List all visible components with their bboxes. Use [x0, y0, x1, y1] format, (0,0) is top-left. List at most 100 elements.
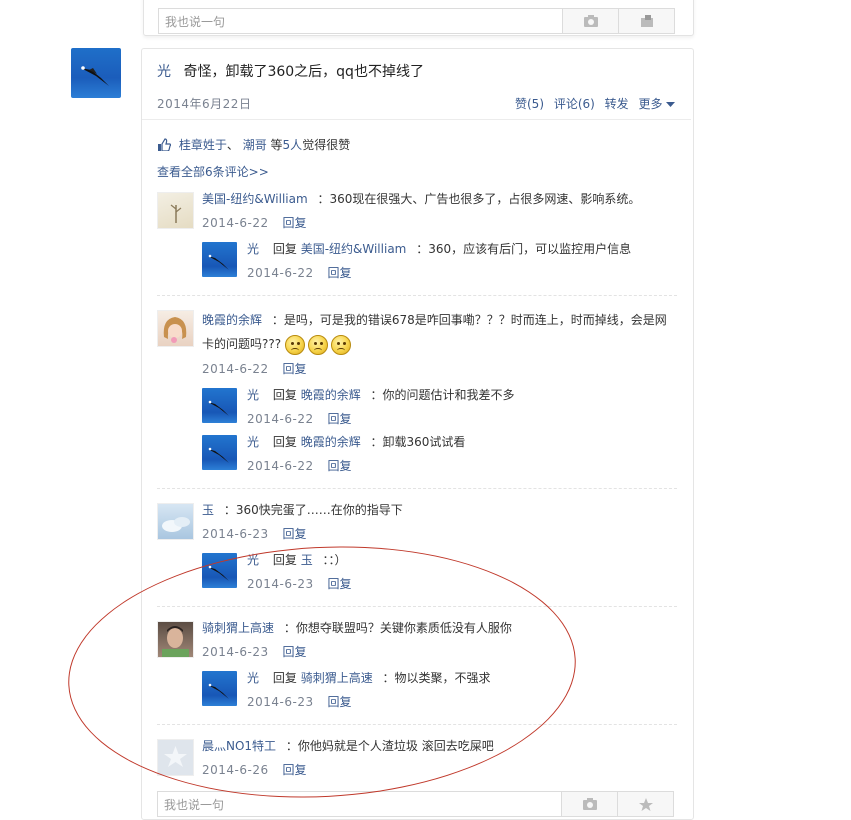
- comment-2: 晚霞的余辉 ：是吗，可是我的错误678是咋回事嘞？？？时而连上，时而掉线，会是网…: [202, 308, 682, 356]
- commenter-avatar[interactable]: [157, 310, 194, 347]
- reply-word: 回复: [272, 242, 297, 256]
- like-user-1[interactable]: 桂章姓于: [179, 138, 227, 152]
- star-icon: [638, 798, 653, 811]
- reply-avatar[interactable]: [202, 553, 237, 588]
- reply-button[interactable]: 回复: [327, 577, 351, 591]
- more-button[interactable]: 更多: [639, 97, 676, 111]
- prev-forward-button[interactable]: [619, 8, 675, 34]
- comment-user[interactable]: 美国-纽约&William: [202, 192, 308, 206]
- reply-button[interactable]: 回复: [282, 763, 306, 777]
- reply-user[interactable]: 光: [247, 242, 259, 256]
- like-button[interactable]: 赞(5): [515, 97, 544, 111]
- default-avatar-star-icon: [164, 746, 187, 767]
- comment-date: 2014-6-23: [202, 527, 269, 541]
- prev-image-button[interactable]: [563, 8, 619, 34]
- reply-date: 2014-6-22: [247, 266, 314, 280]
- camera-icon: [583, 15, 598, 27]
- post-author[interactable]: 光: [157, 64, 171, 80]
- reply-word: 回复: [272, 553, 297, 567]
- comment-text: ：360快完蛋了……在你的指导下: [223, 503, 403, 517]
- reply-button[interactable]: 回复: [282, 216, 306, 230]
- comment-5: 晨灬NO1特工 ：你他妈就是个人渣垃圾 滚回去吃屎吧: [202, 737, 494, 754]
- comment-text-line2: 卡的问题吗???: [202, 337, 282, 351]
- chevron-down-icon: [666, 102, 676, 107]
- plant-icon: [170, 204, 182, 223]
- reply-target[interactable]: 晚霞的余辉: [301, 435, 361, 449]
- comment-2-meta: 2014-6-22 回复: [202, 360, 306, 377]
- reply-4-1: 光 回复 骑刺猬上高速 ：物以类聚，不强求: [247, 669, 491, 686]
- eagle-icon: [208, 254, 229, 270]
- comment-4-meta: 2014-6-23 回复: [202, 643, 306, 660]
- prev-comment-input[interactable]: 我也说一句: [158, 8, 563, 34]
- comment-user[interactable]: 晚霞的余辉: [202, 313, 262, 327]
- like-count[interactable]: 5人: [283, 138, 303, 152]
- comment-4: 骑刺猬上高速 ：你想夺联盟吗？关键你素质低没有人服你: [202, 619, 512, 636]
- comment-divider: [157, 724, 677, 725]
- comment-user[interactable]: 玉: [202, 503, 214, 517]
- girl-face-icon: [163, 317, 187, 343]
- more-label: 更多: [638, 97, 663, 111]
- reply-user[interactable]: 光: [247, 671, 259, 685]
- camera-icon: [582, 798, 597, 810]
- reply-button[interactable]: 回复: [327, 266, 351, 280]
- reply-user[interactable]: 光: [247, 435, 259, 449]
- comment-input-placeholder: 我也说一句: [164, 798, 225, 812]
- commenter-avatar[interactable]: [157, 503, 194, 540]
- reply-target[interactable]: 玉: [301, 553, 313, 567]
- comment-user[interactable]: 晨灬NO1特工: [202, 739, 276, 753]
- reply-3-1: 光 回复 玉 ：：）: [247, 551, 347, 568]
- emoji-button[interactable]: [618, 791, 674, 817]
- reply-button[interactable]: 回复: [282, 362, 306, 376]
- comment-1: 美国-纽约&William ：360现在很强大、广告也很多了，占很多网速、影响系…: [202, 190, 640, 207]
- image-button[interactable]: [562, 791, 618, 817]
- eagle-icon: [208, 447, 229, 463]
- comment-button[interactable]: 评论(6): [554, 97, 595, 111]
- reply-2-2: 光 回复 晚霞的余辉 ：卸载360试试看: [247, 433, 465, 450]
- post-header: 光 奇怪，卸载了360之后，qq也不掉线了: [157, 61, 424, 81]
- forward-button[interactable]: 转发: [605, 97, 629, 111]
- comment-input[interactable]: 我也说一句: [157, 791, 562, 817]
- post-date[interactable]: 2014年6月22日: [157, 95, 251, 112]
- reply-avatar[interactable]: [202, 242, 237, 277]
- reply-4-1-meta: 2014-6-23 回复: [247, 693, 351, 710]
- reply-button[interactable]: 回复: [327, 412, 351, 426]
- reply-target[interactable]: 美国-纽约&William: [301, 242, 407, 256]
- reply-word: 回复: [272, 388, 297, 402]
- reply-user[interactable]: 光: [247, 388, 259, 402]
- reply-1-1-meta: 2014-6-22 回复: [247, 264, 351, 281]
- reply-date: 2014-6-23: [247, 577, 314, 591]
- comment-divider: [157, 606, 677, 607]
- reply-target[interactable]: 骑刺猬上高速: [301, 671, 373, 685]
- reply-text: ：你的问题估计和我差不多: [370, 388, 515, 402]
- comment-date: 2014-6-22: [202, 362, 269, 376]
- like-prefix: 等: [270, 138, 283, 152]
- reply-avatar[interactable]: [202, 435, 237, 470]
- eagle-icon: [81, 66, 109, 86]
- comment-1-meta: 2014-6-22 回复: [202, 214, 306, 231]
- comment-3-meta: 2014-6-23 回复: [202, 525, 306, 542]
- reply-target[interactable]: 晚霞的余辉: [301, 388, 361, 402]
- commenter-avatar[interactable]: [157, 192, 194, 229]
- view-all-comments-link[interactable]: 查看全部6条评论>>: [157, 163, 269, 180]
- comment-text: ：360现在很强大、广告也很多了，占很多网速、影响系统。: [317, 192, 641, 206]
- likes-row: 桂章姓于、 潮哥 等5人觉得很赞: [157, 136, 350, 153]
- man-face-icon: [162, 626, 189, 657]
- comment-text: ：你他妈就是个人渣垃圾 滚回去吃屎吧: [285, 739, 494, 753]
- reply-button[interactable]: 回复: [282, 645, 306, 659]
- like-user-2[interactable]: 潮哥: [243, 138, 267, 152]
- reply-button[interactable]: 回复: [282, 527, 306, 541]
- previous-post-card: 我也说一句: [143, 0, 694, 36]
- author-avatar[interactable]: [71, 48, 121, 98]
- reply-avatar[interactable]: [202, 388, 237, 423]
- reply-avatar[interactable]: [202, 671, 237, 706]
- reply-button[interactable]: 回复: [327, 695, 351, 709]
- commenter-avatar[interactable]: [157, 621, 194, 658]
- reply-user[interactable]: 光: [247, 553, 259, 567]
- reply-button[interactable]: 回复: [327, 459, 351, 473]
- reply-2-2-meta: 2014-6-22 回复: [247, 457, 351, 474]
- commenter-avatar[interactable]: [157, 739, 194, 776]
- reply-date: 2014-6-23: [247, 695, 314, 709]
- comment-user[interactable]: 骑刺猬上高速: [202, 621, 274, 635]
- post-actions: 赞(5) 评论(6) 转发 更多: [515, 95, 676, 112]
- reply-word: 回复: [272, 671, 297, 685]
